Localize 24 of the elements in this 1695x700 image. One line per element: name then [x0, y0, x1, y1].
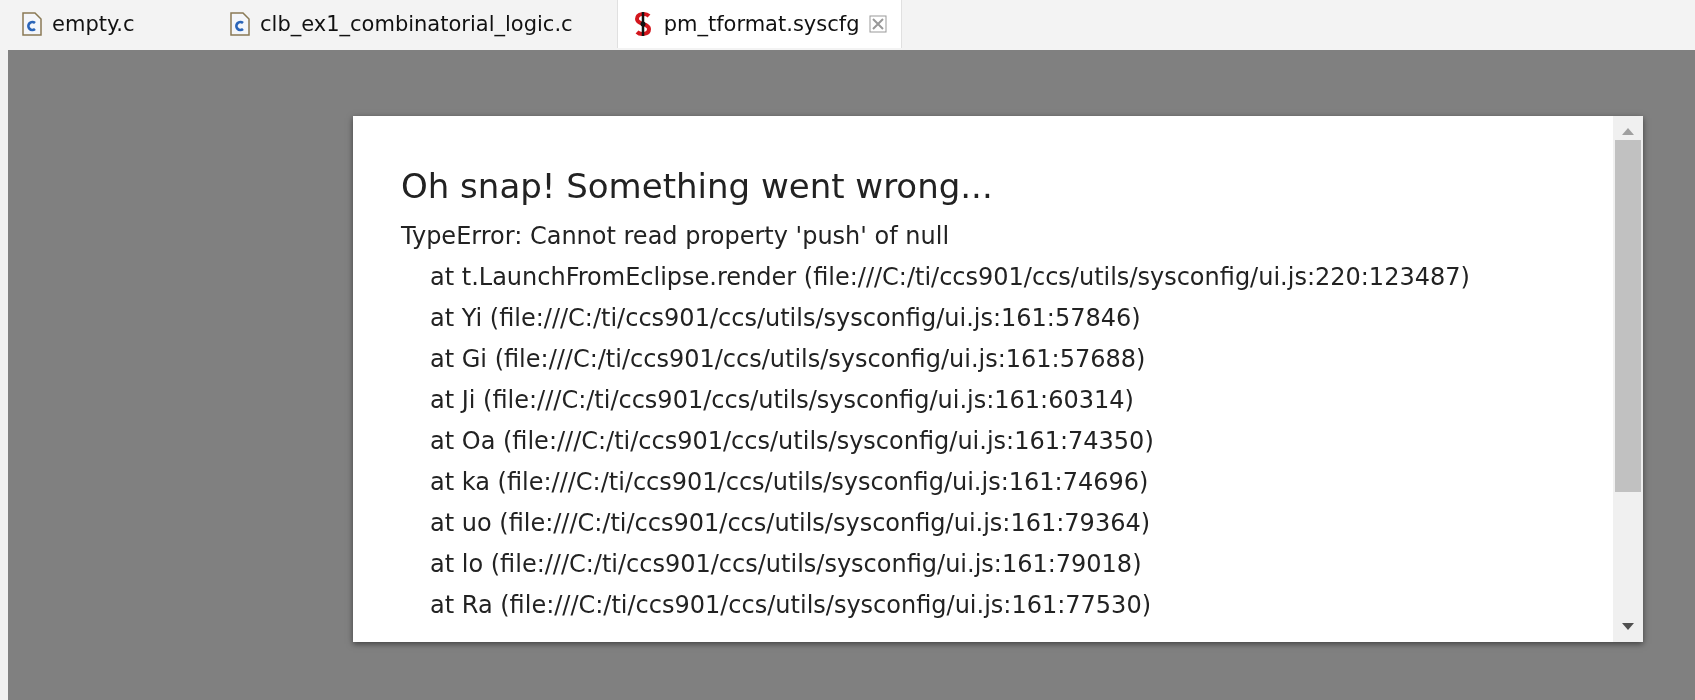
stack-trace-line: at Gi (file:///C:/ti/ccs901/ccs/utils/sysconfig/ui.js:161:57688) — [429, 344, 1147, 375]
editor-tab[interactable]: empty.c — [8, 0, 186, 48]
scrollbar[interactable] — [1613, 116, 1643, 642]
tab-label: pm_tformat.syscfg — [663, 12, 860, 36]
editor-tab[interactable]: clb_ex1_combinatorial_logic.c — [216, 0, 587, 48]
error-title: Oh snap! Something went wrong... — [401, 166, 994, 206]
stack-trace-line: at ka (file:///C:/ti/ccs901/ccs/utils/sysconfig/ui.js:161:74696) — [429, 467, 1150, 498]
stack-trace-line: at Yi (file:///C:/ti/ccs901/ccs/utils/sysconfig/ui.js:161:57846) — [429, 303, 1142, 334]
editor-tab[interactable]: pm_tformat.syscfg — [616, 0, 903, 48]
stack-trace-line: at Oa (file:///C:/ti/ccs901/ccs/utils/sysconfig/ui.js:161:74350) — [429, 426, 1155, 457]
c-file-icon — [230, 12, 250, 36]
stack-trace-line: at t.LaunchFromEclipse.render (file:///C:/ti/ccs901/ccs/utils/sysconfig/ui.js:220:123487) — [429, 262, 1471, 293]
stack-trace-line: at lo (file:///C:/ti/ccs901/ccs/utils/sysconfig/ui.js:161:79018) — [429, 549, 1143, 580]
stack-trace-line: at Ji (file:///C:/ti/ccs901/ccs/utils/sysconfig/ui.js:161:60314) — [429, 385, 1135, 416]
tab-label: empty.c — [52, 12, 135, 36]
stack-trace-line: at uo (file:///C:/ti/ccs901/ccs/utils/sysconfig/ui.js:161:79364) — [429, 508, 1152, 539]
scroll-down-icon[interactable] — [1621, 622, 1635, 632]
error-message: TypeError: Cannot read property 'push' of null — [401, 221, 951, 252]
stack-trace-line: at Ra (file:///C:/ti/ccs901/ccs/utils/sysconfig/ui.js:161:77530) — [429, 590, 1152, 621]
close-icon[interactable] — [869, 15, 888, 33]
scroll-up-icon[interactable] — [1621, 126, 1635, 136]
c-file-icon — [22, 12, 42, 36]
scrollbar-thumb[interactable] — [1615, 140, 1641, 492]
tab-label: clb_ex1_combinatorial_logic.c — [260, 12, 573, 36]
